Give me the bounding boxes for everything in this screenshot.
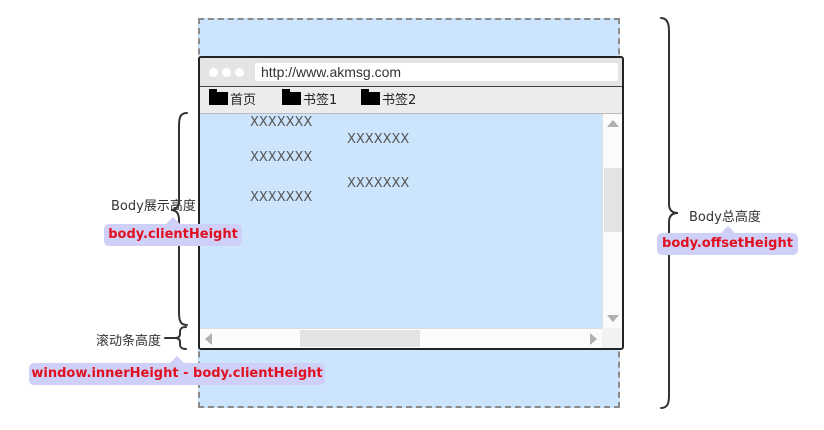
total-height-brace bbox=[660, 17, 679, 409]
scrollbar-height-label: 滚动条高度 bbox=[96, 334, 162, 349]
scrollbar-height-tag: window.innerHeight - body.clientHeight bbox=[29, 356, 325, 385]
scrollbar-height-brace bbox=[164, 326, 187, 350]
client-height-tag: body.clientHeight bbox=[104, 217, 242, 246]
offset-height-tag: body.offsetHeight bbox=[657, 226, 798, 255]
total-height-label: Body总高度 bbox=[689, 210, 761, 225]
visible-height-label: Body展示高度 bbox=[111, 199, 196, 214]
